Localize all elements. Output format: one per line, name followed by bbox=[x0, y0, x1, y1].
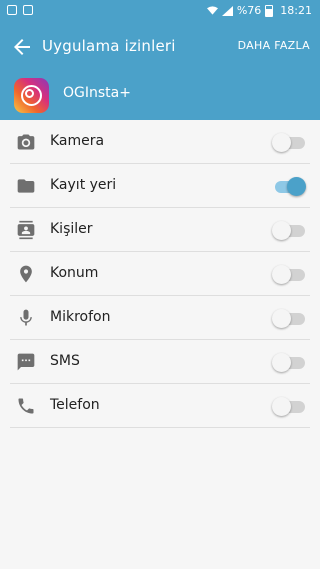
instagram-notification-icon bbox=[7, 5, 17, 15]
page-title: Uygulama izinleri bbox=[42, 37, 176, 55]
status-bar: %76 18:21 bbox=[0, 0, 320, 24]
sms-icon bbox=[17, 353, 35, 371]
permission-label: Mikrofon bbox=[50, 309, 111, 325]
app-name: OGInsta+ bbox=[63, 85, 131, 101]
permission-row-sms[interactable]: SMS bbox=[10, 340, 310, 384]
notification-icons bbox=[7, 5, 33, 15]
permission-label: Kişiler bbox=[50, 221, 93, 237]
location-pin-icon bbox=[20, 265, 32, 283]
camera-toggle[interactable] bbox=[272, 132, 306, 152]
permission-row-microphone[interactable]: Mikrofon bbox=[10, 296, 310, 340]
contacts-icon bbox=[17, 220, 35, 240]
microphone-toggle[interactable] bbox=[272, 308, 306, 328]
permissions-list: Kamera Kayıt yeri Kişiler Konum Mikrofon bbox=[0, 120, 320, 428]
microphone-icon bbox=[20, 309, 32, 326]
permission-row-storage[interactable]: Kayıt yeri bbox=[10, 164, 310, 208]
permission-row-contacts[interactable]: Kişiler bbox=[10, 208, 310, 252]
back-arrow-icon[interactable] bbox=[10, 35, 34, 59]
phone-toggle[interactable] bbox=[272, 396, 306, 416]
camera-icon bbox=[17, 134, 35, 150]
sms-toggle[interactable] bbox=[272, 352, 306, 372]
permission-label: Kamera bbox=[50, 133, 105, 149]
location-toggle[interactable] bbox=[272, 264, 306, 284]
app-header: OGInsta+ bbox=[0, 70, 320, 120]
permission-row-location[interactable]: Konum bbox=[10, 252, 310, 296]
gallery-notification-icon bbox=[23, 5, 33, 15]
permission-label: Konum bbox=[50, 265, 99, 281]
permission-row-camera[interactable]: Kamera bbox=[10, 120, 310, 164]
clock: 18:21 bbox=[280, 4, 312, 17]
contacts-toggle[interactable] bbox=[272, 220, 306, 240]
app-icon bbox=[14, 78, 49, 113]
permission-label: SMS bbox=[50, 353, 80, 369]
more-button[interactable]: DAHA FAZLA bbox=[238, 39, 310, 52]
battery-icon bbox=[265, 4, 274, 17]
wifi-icon bbox=[206, 5, 218, 15]
permission-label: Kayıt yeri bbox=[50, 177, 117, 193]
battery-percentage: %76 bbox=[236, 4, 262, 17]
storage-toggle[interactable] bbox=[272, 176, 306, 196]
phone-icon bbox=[18, 398, 34, 414]
app-bar: Uygulama izinleri DAHA FAZLA bbox=[0, 24, 320, 70]
signal-icon bbox=[221, 5, 233, 16]
permission-label: Telefon bbox=[50, 397, 100, 413]
folder-icon bbox=[17, 179, 35, 193]
permission-row-phone[interactable]: Telefon bbox=[10, 384, 310, 428]
